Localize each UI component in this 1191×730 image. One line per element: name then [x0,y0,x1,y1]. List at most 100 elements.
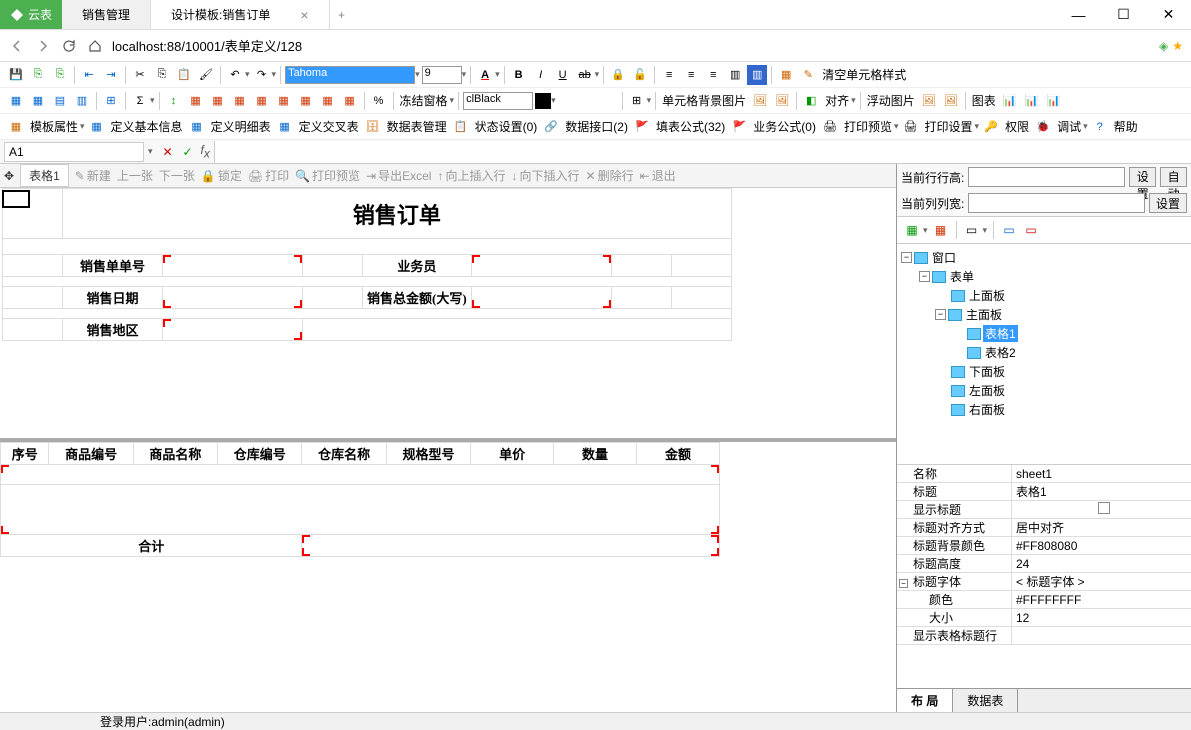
prop-row[interactable]: 大小12 [897,609,1191,627]
merge-icon[interactable]: ▦ [776,65,796,85]
cell-ref-input[interactable] [4,142,144,162]
clear-style-label[interactable]: 清空单元格样式 [820,66,908,83]
tpl-icon[interactable]: ▦ [6,117,26,137]
fontcolor-icon[interactable]: A [475,65,495,85]
tree-grid1[interactable]: 表格1 [983,325,1018,342]
undo-icon[interactable]: ↶ [225,65,245,85]
align-center-icon[interactable]: ≡ [681,65,701,85]
layout1-icon[interactable]: ▦ [903,221,921,239]
tab-layout[interactable]: 布 局 [897,689,953,712]
align-label[interactable]: 对齐 [823,92,851,109]
tab-sales-mgmt[interactable]: 销售管理 [62,0,151,29]
bold-icon[interactable]: B [509,65,529,85]
prop-row[interactable]: −标题字体< 标题字体 > [897,573,1191,591]
color-swatch[interactable] [535,93,551,109]
tree-collapse-icon[interactable]: − [935,309,946,320]
chart2-icon[interactable]: 📊 [1022,91,1042,111]
detail-icon[interactable]: ▦ [187,117,207,137]
row-height-input[interactable] [968,167,1125,187]
checkbox[interactable] [1098,502,1110,514]
fill-icon[interactable]: 🚩 [632,117,652,137]
save-icon[interactable]: 💾 [6,65,26,85]
debug-icon[interactable]: 🐞 [1033,117,1053,137]
new-btn[interactable]: ✎ 新建 [75,167,111,184]
tree-left[interactable]: 左面板 [967,382,1007,399]
align-left-icon[interactable]: ≡ [659,65,679,85]
tab-add-button[interactable]: + [330,0,354,29]
export-icon[interactable]: ⇥ [101,65,121,85]
r6-icon[interactable]: ▦ [296,91,316,111]
excel-btn[interactable]: ⇥ 导出Excel [366,167,431,184]
print-icon[interactable]: 🖨 [901,117,921,137]
float-label[interactable]: 浮动图片 [865,92,917,109]
maximize-button[interactable]: ☐ [1101,0,1146,29]
star-icon[interactable]: ★ [1172,39,1183,53]
set-colw-button[interactable]: 设置 [1149,193,1187,213]
back-icon[interactable] [8,37,26,55]
tpl-prop[interactable]: 模板属性 [28,118,80,135]
debug[interactable]: 调试 [1055,118,1083,135]
tree-form[interactable]: 表单 [948,268,976,285]
prop-row[interactable]: 颜色#FFFFFFFF [897,591,1191,609]
preview[interactable]: 打印预览 [842,118,894,135]
set-rowh-button[interactable]: 设置 [1129,167,1156,187]
home-icon[interactable] [86,37,104,55]
clear-style-icon[interactable]: ✎ [798,65,818,85]
r8-icon[interactable]: ▦ [340,91,360,111]
format-painter-icon[interactable]: 🖌 [196,65,216,85]
float2-icon[interactable]: 🖼 [941,91,961,111]
basic-icon[interactable]: ▦ [87,117,107,137]
underline-icon[interactable]: U [553,65,573,85]
barcode-icon[interactable]: ▥ [725,65,745,85]
prop-row[interactable]: 标题表格1 [897,483,1191,501]
db-icon[interactable]: 🗄 [363,117,383,137]
layout2-icon[interactable]: ▦ [932,221,950,239]
paste-icon[interactable]: 📋 [174,65,194,85]
tab-design-template[interactable]: 设计模板:销售订单 × [151,0,330,29]
color-select[interactable]: clBlack [463,92,533,110]
diamond-icon[interactable]: ◈ [1159,39,1168,53]
strike-icon[interactable]: ab [575,65,595,85]
align-icon[interactable]: ◧ [801,91,821,111]
copy-icon[interactable]: ⎘ [152,65,172,85]
prop-row[interactable]: 标题背景颜色#FF808080 [897,537,1191,555]
tree-right[interactable]: 右面板 [967,401,1007,418]
insdn-btn[interactable]: ↓ 向下插入行 [511,167,579,184]
redo-icon[interactable]: ↷ [252,65,272,85]
align-right-icon[interactable]: ≡ [703,65,723,85]
tab-data[interactable]: 数据表 [953,689,1018,712]
print-btn[interactable]: 🖨 打印 [248,167,289,184]
r2-icon[interactable]: ▦ [208,91,228,111]
help-icon[interactable]: ? [1090,117,1110,137]
canvas-detail[interactable]: 序号商品编号商品名称仓库编号仓库名称规格型号单价数量金额 合计 [0,438,896,712]
barcode2-icon[interactable]: ▥ [747,65,767,85]
cross-icon[interactable]: ▦ [275,117,295,137]
delrow-btn[interactable]: ✕ 删除行 [586,167,634,184]
grid-tab[interactable]: 表格1 [20,164,69,187]
r5-icon[interactable]: ▦ [274,91,294,111]
prop-row[interactable]: 标题对齐方式居中对齐 [897,519,1191,537]
layout-tree[interactable]: −窗口 −表单 上面板 −主面板 表格1 表格2 下面板 左面板 右面板 [897,244,1191,464]
sort-icon[interactable]: ↕ [164,91,184,111]
freeze-label[interactable]: 冻结窗格 [398,92,450,109]
img2-icon[interactable]: 🖼 [772,91,792,111]
cellbg-label[interactable]: 单元格背景图片 [660,92,748,109]
italic-icon[interactable]: I [531,65,551,85]
prev-btn[interactable]: 上一张 [117,167,153,184]
print[interactable]: 打印设置 [923,118,975,135]
table-icon[interactable]: ⊞ [101,91,121,111]
r4-icon[interactable]: ▦ [252,91,272,111]
detail[interactable]: 定义明细表 [209,118,273,135]
tree-main[interactable]: 主面板 [964,306,1004,323]
sum-icon[interactable]: Σ [130,91,150,111]
formula-input[interactable] [214,141,1191,163]
font-select[interactable]: Tahoma [285,66,415,84]
border-icon[interactable]: ⊞ [627,91,647,111]
prop-row[interactable]: 名称sheet1 [897,465,1191,483]
lock-btn[interactable]: 🔒 锁定 [201,167,242,184]
fill[interactable]: 填表公式(32) [654,118,727,135]
status-icon[interactable]: 📋 [451,117,471,137]
lock-icon[interactable]: 🔒 [608,65,628,85]
fontsize-select[interactable]: 9 [422,66,462,84]
tree-collapse-icon[interactable]: − [901,252,912,263]
